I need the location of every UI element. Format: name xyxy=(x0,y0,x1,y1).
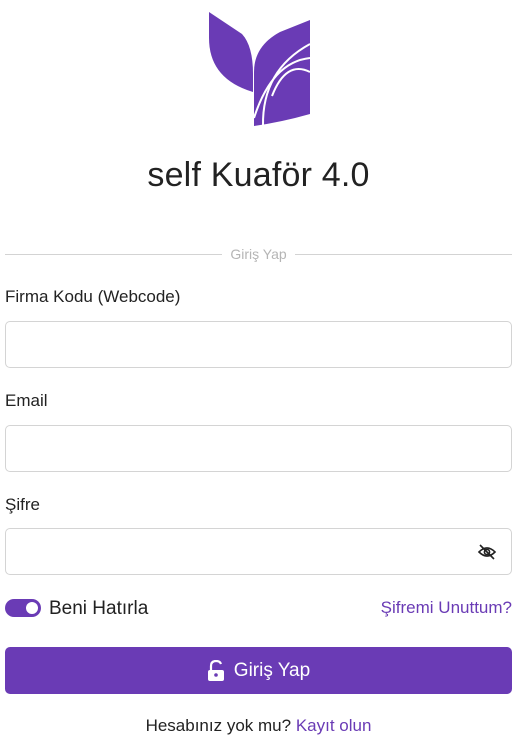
signup-prompt: Hesabınız yok mu? xyxy=(145,716,296,735)
sifre-label: Şifre xyxy=(5,495,40,514)
divider-line-right xyxy=(294,253,512,255)
section-title: Giriş Yap xyxy=(230,246,287,262)
forgot-password-link[interactable]: Şifremi Unuttum? xyxy=(381,598,512,618)
logo-icon xyxy=(209,12,311,127)
section-divider: Giriş Yap xyxy=(5,244,512,264)
firma-kodu-label: Firma Kodu (Webcode) xyxy=(5,287,181,306)
eye-slash-icon[interactable] xyxy=(476,541,498,563)
firma-kodu-input[interactable] xyxy=(5,321,512,368)
signup-row: Hesabınız yok mu? Kayıt olun xyxy=(0,716,517,736)
eye-slash-glyph xyxy=(477,544,497,560)
sifre-input[interactable] xyxy=(5,528,512,575)
remember-me-label: Beni Hatırla xyxy=(49,598,149,619)
signup-link[interactable]: Kayıt olun xyxy=(296,716,372,735)
email-label: Email xyxy=(5,391,48,410)
toggle-knob xyxy=(26,602,38,614)
login-page: self Kuaför 4.0 Giriş Yap Firma Kodu (We… xyxy=(0,0,517,754)
email-input[interactable] xyxy=(5,425,512,472)
lock-open-icon xyxy=(207,659,224,681)
login-button[interactable]: Giriş Yap xyxy=(5,647,512,694)
remember-me-toggle[interactable] xyxy=(5,599,41,617)
login-button-label: Giriş Yap xyxy=(233,659,311,681)
app-title: self Kuaför 4.0 xyxy=(147,156,370,194)
divider-line-left xyxy=(5,253,223,255)
